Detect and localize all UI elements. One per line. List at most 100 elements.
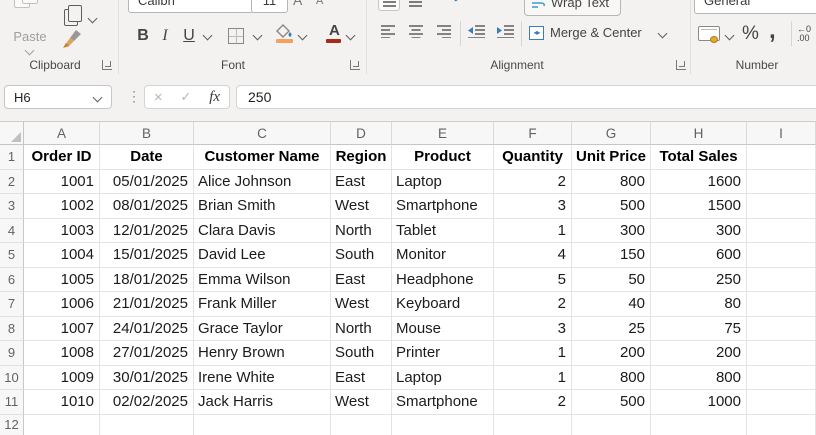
paste-button[interactable]: Paste: [6, 29, 54, 44]
cell-G6[interactable]: 50: [572, 268, 651, 293]
cell-B5[interactable]: 15/01/2025: [100, 243, 194, 268]
middle-align-button[interactable]: [378, 0, 400, 11]
cell-C4[interactable]: Clara Davis: [194, 219, 331, 244]
row-header-10[interactable]: 10: [0, 366, 24, 391]
row-header-7[interactable]: 7: [0, 292, 24, 317]
cell-I5[interactable]: [747, 243, 816, 268]
cell-E9[interactable]: Printer: [392, 341, 494, 366]
cell-C11[interactable]: Jack Harris: [194, 390, 331, 415]
cell-F11[interactable]: 2: [494, 390, 572, 415]
cell-C7[interactable]: Frank Miller: [194, 292, 331, 317]
cell-H4[interactable]: 300: [651, 219, 747, 244]
cell-H2[interactable]: 1600: [651, 170, 747, 195]
comma-style-button[interactable]: ,: [769, 17, 776, 45]
increase-font-size-icon[interactable]: A: [293, 0, 302, 12]
enter-icon[interactable]: ✓: [181, 89, 192, 105]
column-header-B[interactable]: B: [100, 122, 194, 145]
decrease-font-size-icon[interactable]: A: [316, 0, 323, 13]
cell-D11[interactable]: West: [331, 390, 392, 415]
cell-H3[interactable]: 1500: [651, 194, 747, 219]
cell-B4[interactable]: 12/01/2025: [100, 219, 194, 244]
cancel-icon[interactable]: ×: [154, 89, 163, 106]
cell-A6[interactable]: 1005: [24, 268, 100, 293]
merge-center-icon[interactable]: ◂▸: [529, 26, 544, 40]
column-header-A[interactable]: A: [24, 122, 100, 145]
select-all-corner[interactable]: [0, 122, 24, 145]
copy-dropdown-chevron-icon[interactable]: [88, 14, 98, 24]
cell-C2[interactable]: Alice Johnson: [194, 170, 331, 195]
cell-F3[interactable]: 3: [494, 194, 572, 219]
cell-C10[interactable]: Irene White: [194, 366, 331, 391]
cell-C8[interactable]: Grace Taylor: [194, 317, 331, 342]
cell-F8[interactable]: 3: [494, 317, 572, 342]
name-box-chevron-icon[interactable]: [93, 93, 103, 103]
cell-C5[interactable]: David Lee: [194, 243, 331, 268]
row-header-8[interactable]: 8: [0, 317, 24, 342]
merge-center-dropdown-chevron-icon[interactable]: [658, 29, 668, 39]
formula-bar-handle[interactable]: ⋮: [127, 88, 141, 105]
cell-B12[interactable]: [100, 415, 194, 435]
cell-G8[interactable]: 25: [572, 317, 651, 342]
cell-B6[interactable]: 18/01/2025: [100, 268, 194, 293]
cell-A2[interactable]: 1001: [24, 170, 100, 195]
font-size-input[interactable]: 11: [251, 0, 288, 13]
cell-I8[interactable]: [747, 317, 816, 342]
cell-D12[interactable]: [331, 415, 392, 435]
cell-A11[interactable]: 1010: [24, 390, 100, 415]
cell-I10[interactable]: [747, 366, 816, 391]
row-header-4[interactable]: 4: [0, 219, 24, 244]
cell-E7[interactable]: Keyboard: [392, 292, 494, 317]
cell-C3[interactable]: Brian Smith: [194, 194, 331, 219]
row-header-2[interactable]: 2: [0, 170, 24, 195]
row-header-3[interactable]: 3: [0, 194, 24, 219]
cell-F1[interactable]: Quantity: [494, 145, 572, 170]
clipboard-dialog-launcher-icon[interactable]: [102, 60, 112, 70]
cell-G12[interactable]: [572, 415, 651, 435]
cell-E10[interactable]: Laptop: [392, 366, 494, 391]
cell-D6[interactable]: East: [331, 268, 392, 293]
cell-G1[interactable]: Unit Price: [572, 145, 651, 170]
cell-E12[interactable]: [392, 415, 494, 435]
cell-I2[interactable]: [747, 170, 816, 195]
paste-dropdown-chevron-icon[interactable]: [25, 46, 35, 56]
cell-B2[interactable]: 05/01/2025: [100, 170, 194, 195]
cell-F4[interactable]: 1: [494, 219, 572, 244]
formula-input[interactable]: 250: [236, 85, 816, 109]
align-right-icon[interactable]: [437, 25, 451, 38]
cell-F6[interactable]: 5: [494, 268, 572, 293]
align-left-icon[interactable]: [381, 25, 395, 38]
font-color-dropdown-chevron-icon[interactable]: [346, 31, 356, 41]
paste-icon[interactable]: [22, 0, 38, 4]
cell-B8[interactable]: 24/01/2025: [100, 317, 194, 342]
cell-G3[interactable]: 500: [572, 194, 651, 219]
cell-D1[interactable]: Region: [331, 145, 392, 170]
cell-B9[interactable]: 27/01/2025: [100, 341, 194, 366]
cell-D4[interactable]: North: [331, 219, 392, 244]
cell-B3[interactable]: 08/01/2025: [100, 194, 194, 219]
cell-I9[interactable]: [747, 341, 816, 366]
borders-dropdown-chevron-icon[interactable]: [253, 31, 263, 41]
cell-F7[interactable]: 2: [494, 292, 572, 317]
column-header-F[interactable]: F: [494, 122, 572, 145]
cell-D7[interactable]: West: [331, 292, 392, 317]
column-header-C[interactable]: C: [194, 122, 331, 145]
cell-A7[interactable]: 1006: [24, 292, 100, 317]
cell-A9[interactable]: 1008: [24, 341, 100, 366]
cell-C1[interactable]: Customer Name: [194, 145, 331, 170]
row-header-6[interactable]: 6: [0, 268, 24, 293]
row-header-1[interactable]: 1: [0, 145, 24, 170]
decrease-indent-icon[interactable]: [468, 25, 485, 38]
cell-F9[interactable]: 1: [494, 341, 572, 366]
column-header-G[interactable]: G: [572, 122, 651, 145]
cell-H10[interactable]: 800: [651, 366, 747, 391]
cell-B11[interactable]: 02/02/2025: [100, 390, 194, 415]
merge-center-button[interactable]: Merge & Center: [550, 25, 642, 40]
cell-C6[interactable]: Emma Wilson: [194, 268, 331, 293]
cell-E2[interactable]: Laptop: [392, 170, 494, 195]
cell-I4[interactable]: [747, 219, 816, 244]
bold-button[interactable]: B: [134, 24, 152, 48]
cell-I11[interactable]: [747, 390, 816, 415]
column-header-H[interactable]: H: [651, 122, 747, 145]
cell-G7[interactable]: 40: [572, 292, 651, 317]
cell-H12[interactable]: [651, 415, 747, 435]
